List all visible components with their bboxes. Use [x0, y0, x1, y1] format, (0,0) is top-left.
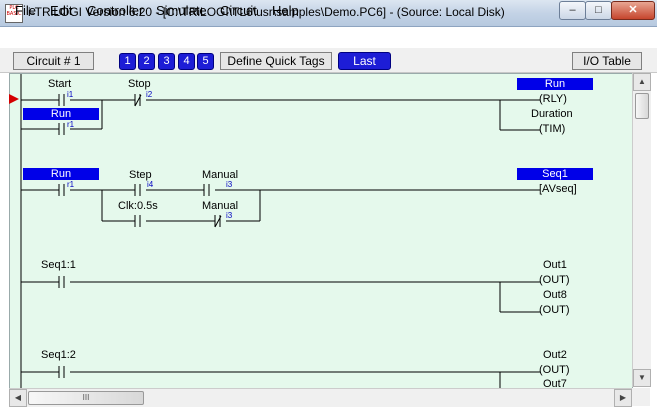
contact-manual-nc-tag: i3	[226, 211, 233, 220]
coil-duration-label[interactable]: Duration	[531, 108, 573, 120]
quick-tag-2-button[interactable]: 2	[138, 53, 155, 70]
ladder-diagram[interactable]: Start i1 Stop i2 Run r1 Run (RLY) Durati…	[9, 73, 633, 389]
coil-run-label[interactable]: Run	[517, 78, 593, 90]
horizontal-scrollbar[interactable]: ◀ III ▶	[9, 388, 632, 407]
horizontal-scroll-thumb[interactable]: III	[28, 391, 144, 405]
coil-seq1-type: [AVseq]	[539, 183, 577, 195]
contact-stop-label[interactable]: Stop	[128, 78, 151, 90]
contact-run2-label[interactable]: Run	[23, 168, 99, 180]
contact-clk-label[interactable]: Clk:0.5s	[118, 200, 158, 212]
circuit-number-button[interactable]: Circuit # 1	[13, 52, 94, 70]
scroll-down-icon[interactable]: ▼	[633, 369, 651, 387]
coil-out1-type: (OUT)	[539, 274, 570, 286]
coil-out2-label[interactable]: Out2	[543, 349, 567, 361]
quick-tag-1-button[interactable]: 1	[119, 53, 136, 70]
coil-duration-type: (TIM)	[539, 123, 566, 135]
menu-simulate[interactable]: Simulate	[156, 3, 207, 18]
coil-out8-type: (OUT)	[539, 304, 570, 316]
contact-step-tag: i4	[147, 180, 154, 189]
contact-run-tag: r1	[67, 120, 75, 129]
last-button[interactable]: Last	[338, 52, 391, 70]
menu-file[interactable]: File	[15, 3, 36, 18]
minimize-button[interactable]: –	[559, 1, 586, 20]
scroll-up-icon[interactable]: ▲	[633, 73, 651, 91]
menu-edit[interactable]: Edit	[50, 3, 72, 18]
vertical-scroll-thumb[interactable]	[635, 93, 649, 119]
vertical-scrollbar[interactable]: ▲ ▼	[632, 73, 651, 387]
contact-seq1-1-label[interactable]: Seq1:1	[41, 259, 76, 271]
contact-manual-tag: i3	[226, 180, 233, 189]
maximize-button[interactable]: □	[585, 1, 612, 20]
scroll-right-icon[interactable]: ▶	[614, 389, 632, 407]
contact-start-label[interactable]: Start	[48, 78, 71, 90]
coil-out1-label[interactable]: Out1	[543, 259, 567, 271]
current-rung-marker-icon	[9, 94, 19, 104]
contact-manual-label[interactable]: Manual	[202, 169, 238, 181]
scroll-left-icon[interactable]: ◀	[9, 389, 27, 407]
contact-seq1-2-label[interactable]: Seq1:2	[41, 349, 76, 361]
menu-circuit[interactable]: Circuit	[220, 3, 257, 18]
contact-start-tag: i1	[67, 90, 74, 99]
contact-run-label[interactable]: Run	[23, 108, 99, 120]
ladder-wires	[20, 74, 540, 388]
menu-bar	[0, 27, 657, 47]
define-quick-tags-button[interactable]: Define Quick Tags	[220, 52, 332, 70]
contact-run2-tag: r1	[67, 180, 75, 189]
menu-controller[interactable]: Controller	[87, 3, 143, 18]
quick-tag-4-button[interactable]: 4	[178, 53, 195, 70]
contact-stop-tag: i2	[146, 90, 153, 99]
close-button[interactable]: ✕	[611, 1, 655, 20]
coil-out8-label[interactable]: Out8	[543, 289, 567, 301]
scrollbar-corner	[632, 388, 650, 406]
coil-seq1-label[interactable]: Seq1	[517, 168, 593, 180]
quick-tag-3-button[interactable]: 3	[158, 53, 175, 70]
io-table-button[interactable]: I/O Table	[572, 52, 642, 70]
coil-run-type: (RLY)	[539, 93, 567, 105]
contact-manual-nc-label[interactable]: Manual	[202, 200, 238, 212]
menu-help[interactable]: Help	[272, 3, 299, 18]
quick-tag-5-button[interactable]: 5	[197, 53, 214, 70]
coil-out2-type: (OUT)	[539, 364, 570, 376]
